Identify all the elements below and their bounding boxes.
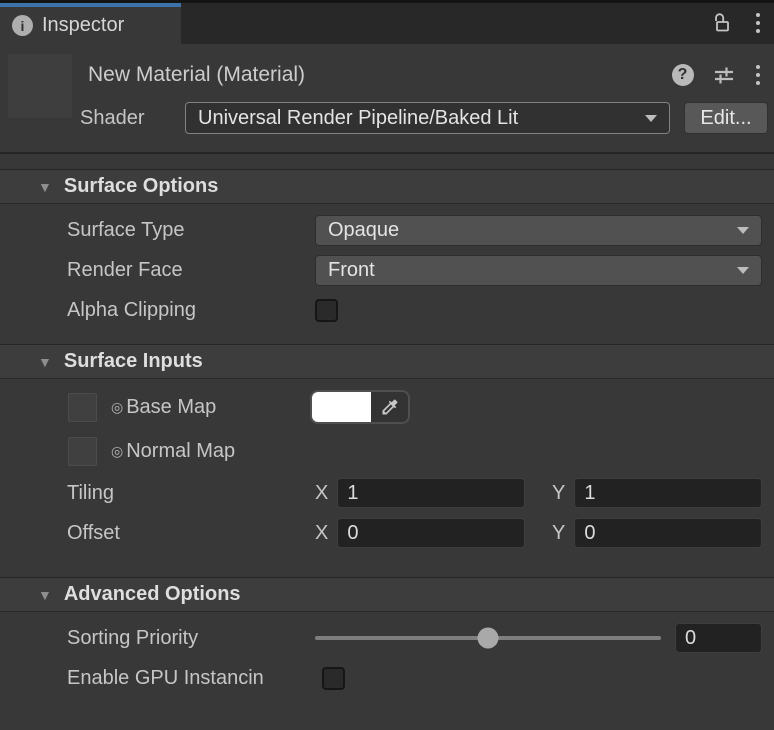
sorting-priority-input[interactable]: [675, 623, 762, 653]
tab-bar: i Inspector: [0, 0, 774, 44]
spacer: [0, 154, 774, 169]
render-face-row: Render Face Front: [0, 250, 774, 290]
base-map-label: Base Map: [126, 396, 216, 419]
base-map-texture-slot[interactable]: [68, 393, 97, 422]
tiling-label: Tiling: [67, 482, 315, 505]
surface-inputs-body: ◎ Base Map ◎ Normal Map Tiling X Y Offse…: [0, 379, 774, 577]
sorting-priority-slider[interactable]: [315, 623, 661, 653]
chevron-down-icon: [645, 115, 657, 122]
section-title: Surface Inputs: [64, 350, 203, 373]
alpha-clipping-label: Alpha Clipping: [67, 299, 315, 322]
gpu-instancing-row: Enable GPU Instancin: [0, 658, 774, 698]
material-header: New Material (Material) ? Shader Univers…: [0, 44, 774, 154]
normal-map-texture-slot[interactable]: [68, 437, 97, 466]
offset-row: Offset X Y: [0, 513, 774, 553]
shader-dropdown[interactable]: Universal Render Pipeline/Baked Lit: [185, 102, 670, 134]
tiling-y-input[interactable]: [574, 478, 762, 508]
presets-icon[interactable]: [712, 63, 736, 87]
object-picker-icon[interactable]: ◎: [111, 444, 123, 458]
material-preview-thumbnail: [8, 54, 72, 118]
gpu-instancing-checkbox[interactable]: [322, 667, 345, 690]
surface-type-value: Opaque: [328, 219, 727, 242]
slider-thumb[interactable]: [478, 628, 499, 649]
tiling-row: Tiling X Y: [0, 473, 774, 513]
offset-x-input[interactable]: [337, 518, 525, 548]
surface-type-row: Surface Type Opaque: [0, 210, 774, 250]
alpha-clipping-row: Alpha Clipping: [0, 290, 774, 330]
alpha-clipping-checkbox[interactable]: [315, 299, 338, 322]
x-axis-label: X: [315, 522, 328, 545]
x-axis-label: X: [315, 482, 328, 505]
material-title: New Material (Material): [88, 63, 654, 87]
render-face-value: Front: [328, 259, 727, 282]
section-header-surface-options[interactable]: ▼ Surface Options: [0, 169, 774, 204]
object-picker-icon[interactable]: ◎: [111, 400, 123, 414]
chevron-down-icon: [737, 267, 749, 274]
tab-title: Inspector: [42, 14, 124, 37]
eyedropper-icon: [380, 397, 400, 417]
surface-options-body: Surface Type Opaque Render Face Front Al…: [0, 204, 774, 344]
section-header-surface-inputs[interactable]: ▼ Surface Inputs: [0, 344, 774, 379]
foldout-triangle-icon: ▼: [38, 588, 52, 602]
material-menu-kebab-icon[interactable]: [754, 63, 763, 88]
foldout-triangle-icon: ▼: [38, 180, 52, 194]
gpu-instancing-label: Enable GPU Instancin: [67, 667, 322, 690]
foldout-triangle-icon: ▼: [38, 355, 52, 369]
chevron-down-icon: [737, 227, 749, 234]
y-axis-label: Y: [552, 522, 565, 545]
y-axis-label: Y: [552, 482, 565, 505]
unlock-icon[interactable]: [710, 10, 734, 36]
normal-map-row: ◎ Normal Map: [0, 429, 774, 473]
section-header-advanced-options[interactable]: ▼ Advanced Options: [0, 577, 774, 612]
surface-type-label: Surface Type: [67, 219, 315, 242]
sorting-priority-label: Sorting Priority: [67, 627, 315, 650]
section-title: Surface Options: [64, 175, 218, 198]
color-swatch[interactable]: [312, 392, 371, 422]
surface-type-dropdown[interactable]: Opaque: [315, 215, 762, 246]
shader-label: Shader: [80, 107, 185, 130]
offset-y-input[interactable]: [574, 518, 762, 548]
tab-menu-kebab-icon[interactable]: [754, 11, 763, 36]
tiling-x-input[interactable]: [337, 478, 525, 508]
sorting-priority-row: Sorting Priority: [0, 618, 774, 658]
normal-map-label: Normal Map: [126, 440, 235, 463]
shader-dropdown-value: Universal Render Pipeline/Baked Lit: [198, 107, 635, 130]
section-title: Advanced Options: [64, 583, 241, 606]
info-icon: i: [12, 15, 33, 36]
edit-shader-button[interactable]: Edit...: [684, 102, 768, 134]
base-map-row: ◎ Base Map: [0, 385, 774, 429]
render-face-label: Render Face: [67, 259, 315, 282]
eyedropper-button[interactable]: [371, 392, 408, 422]
help-icon[interactable]: ?: [672, 64, 694, 86]
tab-inspector[interactable]: i Inspector: [0, 3, 181, 44]
offset-label: Offset: [67, 522, 315, 545]
advanced-options-body: Sorting Priority Enable GPU Instancin: [0, 612, 774, 698]
render-face-dropdown[interactable]: Front: [315, 255, 762, 286]
base-map-color-widget: [310, 390, 410, 424]
